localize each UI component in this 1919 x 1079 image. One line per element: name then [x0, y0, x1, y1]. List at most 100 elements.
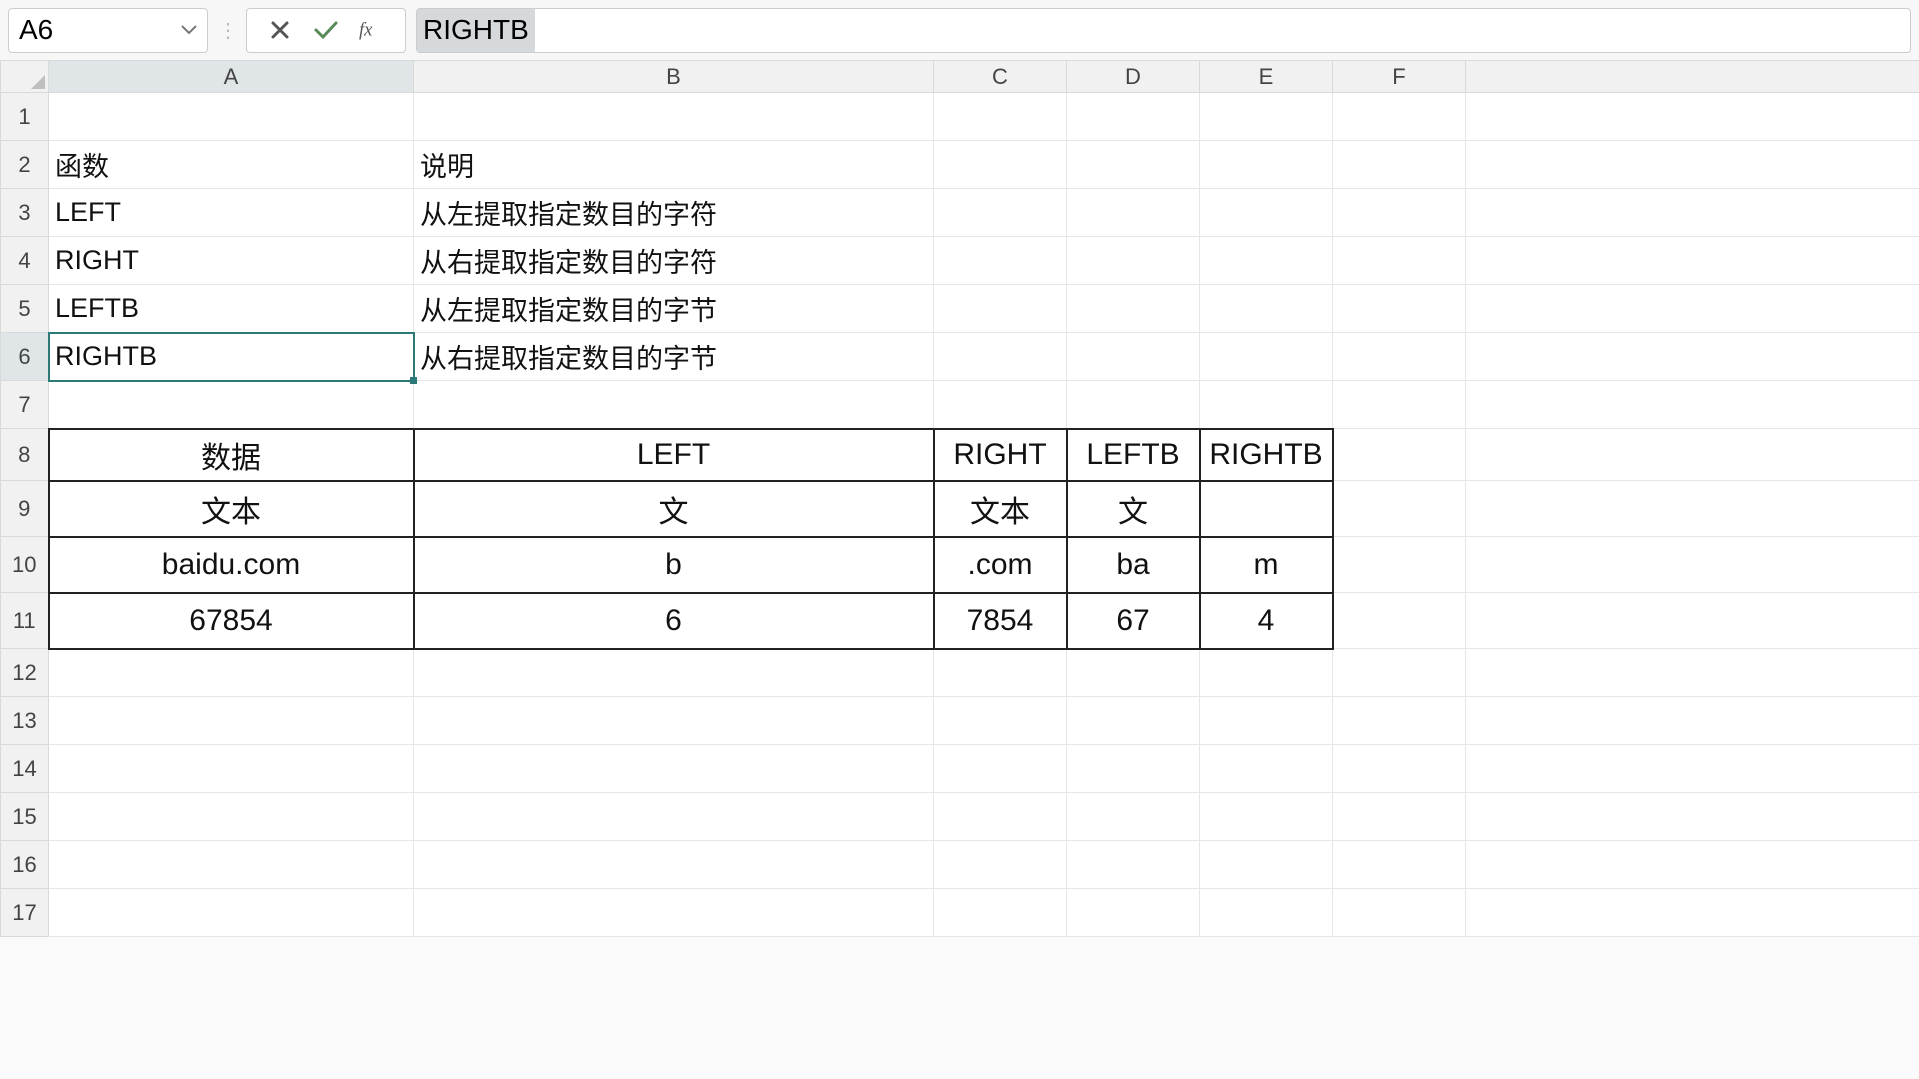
cell-B4[interactable]: 从右提取指定数目的字符 [414, 237, 934, 285]
row-header[interactable]: 12 [1, 649, 49, 697]
cell-C3[interactable] [934, 189, 1067, 237]
cell-B12[interactable] [414, 649, 934, 697]
row-header[interactable]: 9 [1, 481, 49, 537]
cell-A16[interactable] [49, 841, 414, 889]
cell-D5[interactable] [1067, 285, 1200, 333]
cell-rest[interactable] [1466, 593, 1919, 649]
cell-rest[interactable] [1466, 537, 1919, 593]
cell-F9[interactable] [1333, 481, 1466, 537]
cell-E11[interactable]: 4 [1200, 593, 1333, 649]
cell-A15[interactable] [49, 793, 414, 841]
more-options-icon[interactable]: ⋮ [218, 18, 236, 43]
cell-F10[interactable] [1333, 537, 1466, 593]
cell-rest[interactable] [1466, 481, 1919, 537]
cell-A3[interactable]: LEFT [49, 189, 414, 237]
cell-C9[interactable]: 文本 [934, 481, 1067, 537]
cell-A6[interactable]: RIGHTB [49, 333, 414, 381]
cell-B15[interactable] [414, 793, 934, 841]
cell-C5[interactable] [934, 285, 1067, 333]
cell-E3[interactable] [1200, 189, 1333, 237]
cell-B9[interactable]: 文 [414, 481, 934, 537]
cell-D13[interactable] [1067, 697, 1200, 745]
cell-F15[interactable] [1333, 793, 1466, 841]
cell-C4[interactable] [934, 237, 1067, 285]
row-header[interactable]: 13 [1, 697, 49, 745]
cell-C12[interactable] [934, 649, 1067, 697]
cell-E2[interactable] [1200, 141, 1333, 189]
cell-F8[interactable] [1333, 429, 1466, 481]
cell-C10[interactable]: .com [934, 537, 1067, 593]
cell-F2[interactable] [1333, 141, 1466, 189]
cell-F17[interactable] [1333, 889, 1466, 937]
cell-C16[interactable] [934, 841, 1067, 889]
cell-B1[interactable] [414, 93, 934, 141]
cell-D8[interactable]: LEFTB [1067, 429, 1200, 481]
cell-E8[interactable]: RIGHTB [1200, 429, 1333, 481]
row-header[interactable]: 8 [1, 429, 49, 481]
row-header[interactable]: 11 [1, 593, 49, 649]
cell-D7[interactable] [1067, 381, 1200, 429]
cell-F14[interactable] [1333, 745, 1466, 793]
row-header[interactable]: 2 [1, 141, 49, 189]
row-header[interactable]: 10 [1, 537, 49, 593]
cell-C2[interactable] [934, 141, 1067, 189]
row-header[interactable]: 4 [1, 237, 49, 285]
chevron-down-icon[interactable] [181, 25, 197, 35]
column-header[interactable]: E [1200, 61, 1333, 93]
column-header[interactable]: A [49, 61, 414, 93]
cell-C14[interactable] [934, 745, 1067, 793]
spreadsheet-grid[interactable]: A B C D E F 1 2 函数 说明 3 LEFT 从左提取指定数目的字符… [0, 60, 1919, 937]
cell-C1[interactable] [934, 93, 1067, 141]
cell-B16[interactable] [414, 841, 934, 889]
row-header[interactable]: 5 [1, 285, 49, 333]
cell-A9[interactable]: 文本 [49, 481, 414, 537]
cell-A5[interactable]: LEFTB [49, 285, 414, 333]
cell-D6[interactable] [1067, 333, 1200, 381]
cell-rest[interactable] [1466, 429, 1919, 481]
cell-A11[interactable]: 67854 [49, 593, 414, 649]
column-header[interactable]: F [1333, 61, 1466, 93]
cell-rest[interactable] [1466, 189, 1919, 237]
column-header[interactable]: D [1067, 61, 1200, 93]
cell-B2[interactable]: 说明 [414, 141, 934, 189]
cell-D16[interactable] [1067, 841, 1200, 889]
cell-E1[interactable] [1200, 93, 1333, 141]
cell-B10[interactable]: b [414, 537, 934, 593]
cell-D11[interactable]: 67 [1067, 593, 1200, 649]
cell-C17[interactable] [934, 889, 1067, 937]
cell-B17[interactable] [414, 889, 934, 937]
cell-rest[interactable] [1466, 237, 1919, 285]
cancel-icon[interactable] [267, 17, 293, 43]
row-header[interactable]: 6 [1, 333, 49, 381]
cell-B13[interactable] [414, 697, 934, 745]
cell-E4[interactable] [1200, 237, 1333, 285]
cell-B6[interactable]: 从右提取指定数目的字节 [414, 333, 934, 381]
cell-F11[interactable] [1333, 593, 1466, 649]
cell-C13[interactable] [934, 697, 1067, 745]
cell-F7[interactable] [1333, 381, 1466, 429]
row-header[interactable]: 1 [1, 93, 49, 141]
cell-D2[interactable] [1067, 141, 1200, 189]
cell-D3[interactable] [1067, 189, 1200, 237]
cell-B7[interactable] [414, 381, 934, 429]
cell-rest[interactable] [1466, 793, 1919, 841]
select-all-corner[interactable] [1, 61, 49, 93]
cell-B14[interactable] [414, 745, 934, 793]
row-header[interactable]: 17 [1, 889, 49, 937]
cell-E9[interactable] [1200, 481, 1333, 537]
cell-B5[interactable]: 从左提取指定数目的字节 [414, 285, 934, 333]
cell-F1[interactable] [1333, 93, 1466, 141]
cell-C8[interactable]: RIGHT [934, 429, 1067, 481]
cell-A8[interactable]: 数据 [49, 429, 414, 481]
cell-D17[interactable] [1067, 889, 1200, 937]
cell-rest[interactable] [1466, 285, 1919, 333]
cell-C11[interactable]: 7854 [934, 593, 1067, 649]
cell-C6[interactable] [934, 333, 1067, 381]
cell-rest[interactable] [1466, 93, 1919, 141]
cell-E14[interactable] [1200, 745, 1333, 793]
cell-F13[interactable] [1333, 697, 1466, 745]
cell-C7[interactable] [934, 381, 1067, 429]
row-header[interactable]: 16 [1, 841, 49, 889]
cell-D15[interactable] [1067, 793, 1200, 841]
cell-F4[interactable] [1333, 237, 1466, 285]
